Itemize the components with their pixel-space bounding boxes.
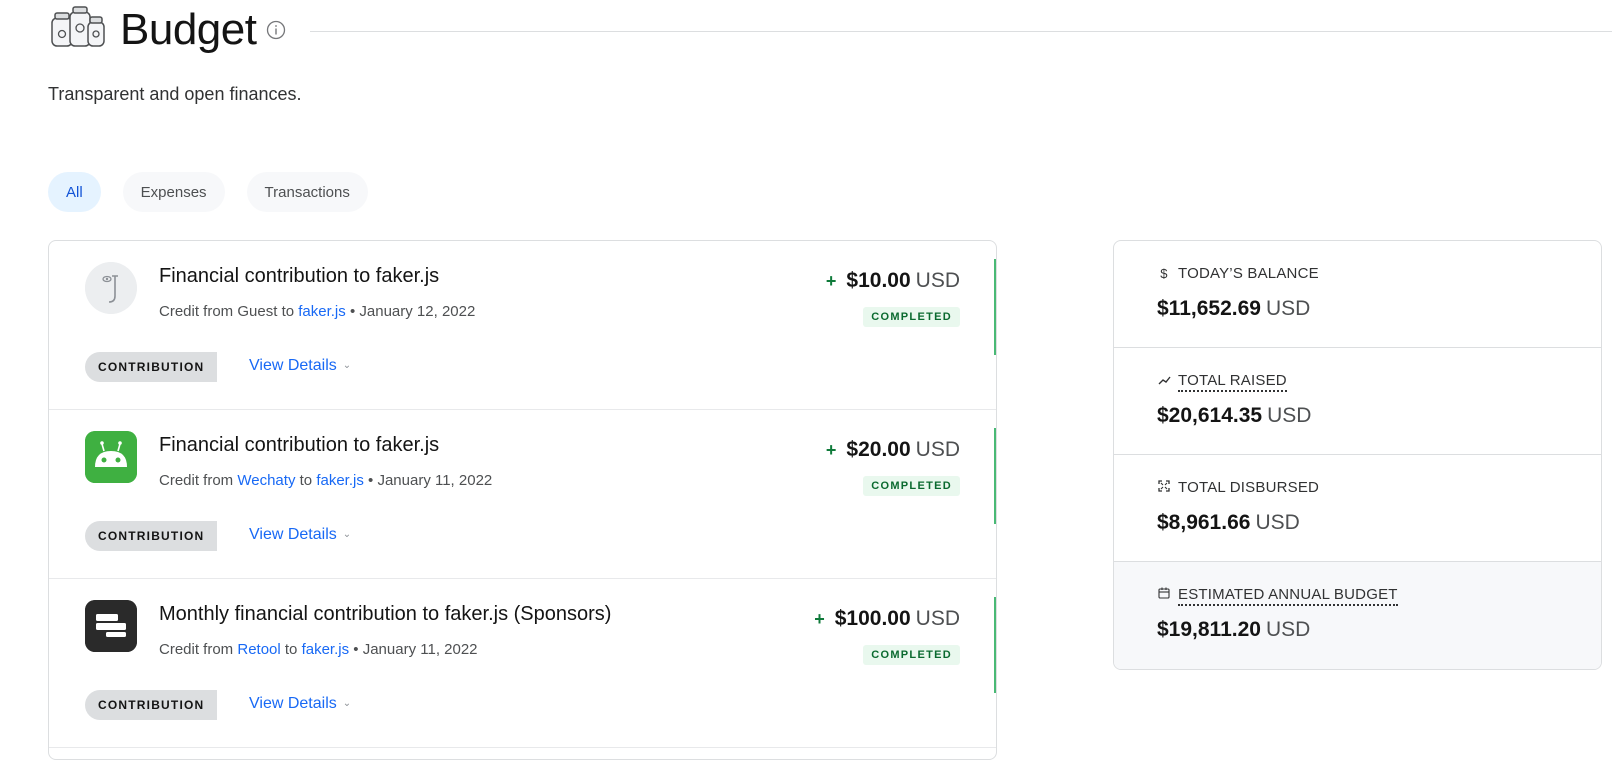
transaction-item: Financial contribution to faker.js Credi… [49,241,996,410]
transaction-date: January 12, 2022 [359,303,476,320]
view-details-label[interactable]: View Details [249,695,337,712]
transaction-title[interactable]: Financial contribution to faker.js [159,265,439,288]
kind-tag[interactable]: CONTRIBUTION [85,352,218,382]
total-raised-value: $20,614.35 USD [1157,404,1311,428]
amount-currency: USD [915,438,960,461]
credit-from-link[interactable]: Retool [237,641,280,658]
total-disbursed-row: TOTAL DISBURSED $8,961.66 USD [1114,455,1601,562]
credit-prefix: Credit from [159,303,234,320]
plus-sign: + [814,609,825,629]
estimated-annual-budget-label[interactable]: ESTIMATED ANNUAL BUDGET [1157,586,1398,606]
disbursed-amount: $8,961.66 [1157,511,1251,534]
trend-up-icon [1157,373,1171,388]
credit-to-word: to [281,303,295,320]
separator-dot: • [353,641,359,658]
balance-currency: USD [1265,297,1311,320]
estimated-annual-budget-row: ESTIMATED ANNUAL BUDGET $19,811.20 USD [1114,562,1601,669]
credit-prefix: Credit from [159,641,234,658]
transaction-subtitle: Credit from Guest to faker.js • January … [159,303,475,320]
header-divider [310,31,1612,32]
balance-amount: $11,652.69 [1157,297,1261,320]
view-details-link[interactable]: View Details ⌄ [249,526,351,544]
transaction-subtitle: Credit from Wechaty to faker.js • Januar… [159,472,492,489]
chevron-down-icon: ⌄ [342,698,352,710]
disbursed-currency: USD [1255,511,1300,534]
transaction-amount: + $10.00 USD [826,269,960,293]
kind-tag[interactable]: CONTRIBUTION [85,521,218,551]
chevron-down-icon: ⌄ [342,529,352,541]
status-accent-bar [994,597,996,693]
budget-header: Budget [48,0,1612,60]
credit-from-link[interactable]: Wechaty [237,472,295,489]
raised-amount: $20,614.35 [1157,404,1263,427]
transaction-item: Monthly financial contribution to faker.… [49,579,996,748]
status-badge: COMPLETED [863,645,960,665]
total-raised-row: TOTAL RAISED $20,614.35 USD [1114,348,1601,455]
budget-currency: USD [1265,618,1311,641]
todays-balance-label: $ TODAY’S BALANCE [1157,265,1319,282]
guest-avatar-icon[interactable] [85,262,137,314]
amount-currency: USD [915,607,960,630]
credit-to-word: to [284,641,298,658]
transaction-amount: + $100.00 USD [814,607,960,631]
budget-summary-panel: $ TODAY’S BALANCE $11,652.69 USD TOTAL RAI… [1113,240,1602,670]
todays-balance-row: $ TODAY’S BALANCE $11,652.69 USD [1114,241,1601,348]
filter-tabs: All Expenses Transactions [48,172,368,212]
separator-dot: • [368,472,374,489]
amount-value: $100.00 [834,607,911,630]
status-badge: COMPLETED [863,307,960,327]
view-details-label[interactable]: View Details [249,357,337,374]
calendar-icon [1157,587,1171,602]
view-details-link[interactable]: View Details ⌄ [249,357,351,375]
tab-all[interactable]: All [48,172,101,212]
page-title: Budget [120,5,257,54]
estimated-annual-budget-value: $19,811.20 USD [1157,618,1310,642]
budget-amount: $19,811.20 [1157,618,1261,641]
transaction-amount: + $20.00 USD [826,438,960,462]
wechaty-robot-icon[interactable] [85,431,137,483]
expand-arrows-icon [1157,480,1171,495]
amount-currency: USD [915,269,960,292]
credit-to-link[interactable]: faker.js [298,303,346,320]
transactions-list: Financial contribution to faker.js Credi… [48,240,997,760]
separator-dot: • [349,303,356,320]
tab-expenses[interactable]: Expenses [122,172,225,212]
total-disbursed-value: $8,961.66 USD [1157,511,1300,535]
view-details-label[interactable]: View Details [249,526,337,543]
total-disbursed-label: TOTAL DISBURSED [1157,479,1319,496]
status-accent-bar [994,259,996,355]
credit-from: Guest [237,303,278,320]
dollar-icon: $ [1160,266,1168,281]
amount-value: $20.00 [846,438,911,461]
status-accent-bar [994,428,996,524]
transaction-title[interactable]: Monthly financial contribution to faker.… [159,603,611,626]
plus-sign: + [825,440,837,460]
kind-tag[interactable]: CONTRIBUTION [85,690,218,720]
retool-logo-icon[interactable] [85,600,137,652]
todays-balance-value: $11,652.69 USD [1157,297,1310,321]
credit-to-link[interactable]: faker.js [316,472,364,489]
transaction-title[interactable]: Financial contribution to faker.js [159,434,439,457]
credit-to-word: to [299,472,313,489]
transaction-date: January 11, 2022 [362,641,478,658]
transaction-date: January 11, 2022 [377,472,493,489]
total-raised-label[interactable]: TOTAL RAISED [1157,372,1287,392]
status-badge: COMPLETED [863,476,960,496]
plus-sign: + [825,271,837,291]
transaction-item: Financial contribution to faker.js Credi… [49,410,996,579]
credit-to-link[interactable]: faker.js [302,641,350,658]
credit-prefix: Credit from [159,472,234,489]
amount-value: $10.00 [846,269,911,292]
budget-jars-icon [48,4,108,50]
page-subtitle: Transparent and open finances. [48,84,302,104]
chevron-down-icon: ⌄ [342,360,352,372]
tab-transactions[interactable]: Transactions [246,172,368,212]
transaction-subtitle: Credit from Retool to faker.js • January… [159,641,478,658]
info-icon[interactable] [266,20,286,40]
view-details-link[interactable]: View Details ⌄ [249,695,351,713]
raised-currency: USD [1267,404,1312,427]
